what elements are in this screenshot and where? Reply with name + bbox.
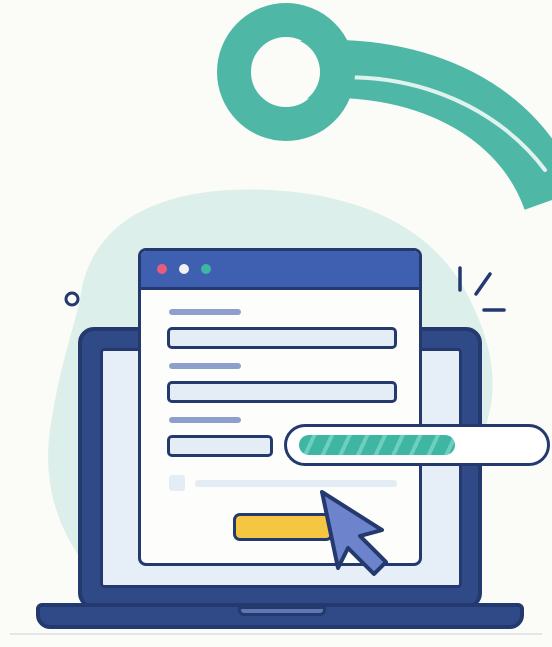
form-field-1[interactable] xyxy=(167,327,397,349)
cursor-arrow-icon xyxy=(320,490,388,576)
field-label-placeholder xyxy=(169,417,241,423)
window-close-dot[interactable] xyxy=(157,264,167,274)
field-label-placeholder xyxy=(169,309,241,315)
floor-line xyxy=(10,633,542,635)
checkbox-placeholder[interactable] xyxy=(169,475,185,491)
field-label-placeholder xyxy=(169,363,241,369)
progress-bar xyxy=(284,424,550,466)
window-maximize-dot[interactable] xyxy=(201,264,211,274)
progress-bar-fill xyxy=(299,435,455,455)
window-titlebar xyxy=(141,251,419,290)
laptop-notch xyxy=(238,606,326,616)
form-field-3[interactable] xyxy=(167,435,273,457)
window-minimize-dot[interactable] xyxy=(179,264,189,274)
sparkle-icon xyxy=(458,266,506,312)
small-circle-icon xyxy=(64,291,80,307)
form-field-2[interactable] xyxy=(167,381,397,403)
